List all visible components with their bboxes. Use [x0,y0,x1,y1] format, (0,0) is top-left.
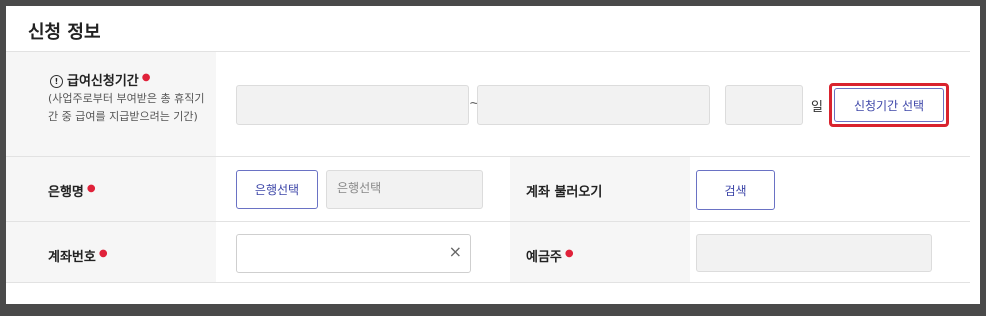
application-info-panel: 신청 정보 ! 급여신청기간 ● (사업주로부터 부여받은 총 휴직기간 중 급여를… [6,6,980,304]
clear-icon[interactable]: × [449,242,462,261]
bank-label-cell: 은행명 ● [6,157,216,221]
depositor-field [696,234,932,272]
period-end-field[interactable] [477,85,710,125]
period-days-field[interactable] [725,85,803,125]
period-help-text: (사업주로부터 부여받은 총 휴직기간 중 급여를 지급받으려는 기간) [48,92,205,123]
period-label: ! 급여신청기간 ● [50,70,151,89]
bank-field-placeholder: 은행선택 [337,181,382,195]
period-start-field[interactable] [236,85,469,125]
info-circle-icon: ! [50,75,63,88]
account-fetch-label-cell: 계좌 불러오기 [510,157,690,221]
required-marker: ● [141,72,151,83]
account-number-input[interactable]: × [236,234,471,273]
section-title: 신청 정보 [28,22,101,43]
depositor-label-cell: 예금주 ● [510,222,690,282]
depositor-label: 예금주 ● [526,248,574,265]
day-suffix: 일 [811,100,823,115]
bank-label: 은행명 ● [48,183,96,200]
account-fetch-label: 계좌 불러오기 [526,185,603,200]
account-number-label: 계좌번호 ● [48,248,108,265]
account-number-label-cell: 계좌번호 ● [6,222,216,282]
divider [6,282,970,283]
bank-name-field[interactable]: 은행선택 [326,170,483,209]
search-button[interactable]: 검색 [696,170,775,210]
period-select-button[interactable]: 신청기간 선택 [834,88,944,122]
bank-select-button[interactable]: 은행선택 [236,170,318,209]
period-label-cell: ! 급여신청기간 ● (사업주로부터 부여받은 총 휴직기간 중 급여를 지급받으려… [6,52,216,156]
